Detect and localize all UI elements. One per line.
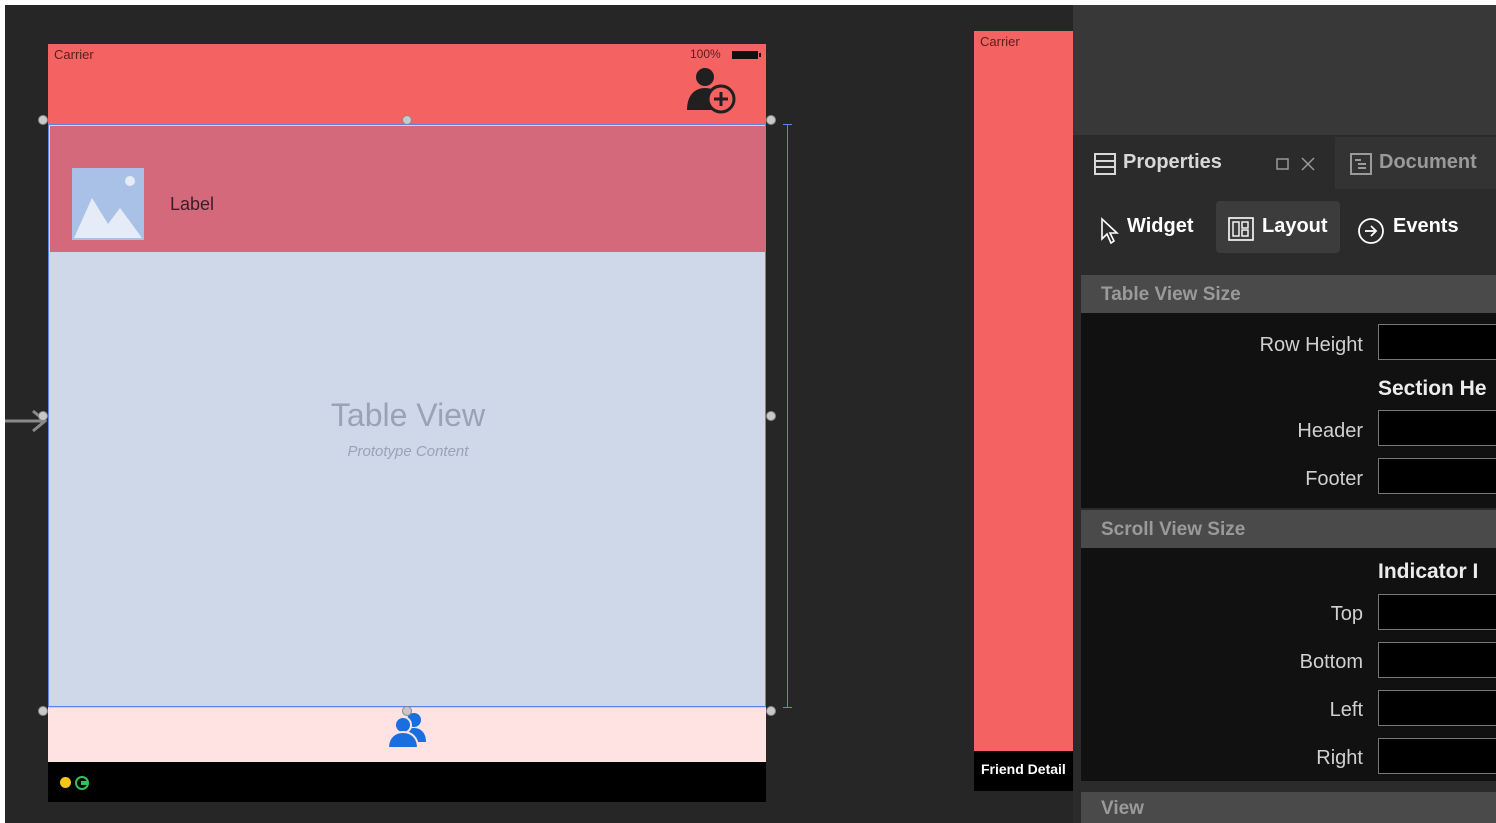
- cell-label: Label: [170, 194, 215, 214]
- right-label: Right: [1316, 747, 1363, 769]
- panel-toolbar: [1073, 5, 1496, 135]
- pointer-icon: [1101, 217, 1119, 245]
- friends-tab-icon[interactable]: [386, 710, 430, 750]
- row-height-input[interactable]: [1378, 324, 1496, 360]
- resize-handle[interactable]: [766, 411, 776, 421]
- section-scroll-view-size: Indicator I Top Bottom Left Right: [1081, 548, 1496, 781]
- maximize-icon[interactable]: [1276, 157, 1290, 171]
- table-view[interactable]: Label Table View Prototype Content: [48, 124, 766, 707]
- table-view-placeholder-subtitle: Prototype Content: [347, 443, 469, 460]
- inset-right-input[interactable]: [1378, 738, 1496, 774]
- tab-widget[interactable]: Widget: [1085, 201, 1213, 253]
- inspector-subtabs: Widget Layout Events: [1079, 195, 1496, 257]
- top-label: Top: [1330, 603, 1363, 625]
- table-view-placeholder-title: Table View: [330, 397, 486, 433]
- image-view: [72, 168, 144, 240]
- tab-document[interactable]: Document: [1335, 137, 1496, 189]
- section-title: Scroll View Size: [1101, 519, 1246, 540]
- navigation-bar: Carrier 100%: [48, 44, 766, 124]
- header-label: Header: [1297, 420, 1363, 442]
- section-title: Table View Size: [1101, 284, 1241, 305]
- scene-title: Friend Detail: [981, 761, 1066, 777]
- resize-handle[interactable]: [766, 115, 776, 125]
- section-title: View: [1101, 798, 1144, 819]
- bottom-label: Bottom: [1299, 651, 1363, 673]
- left-label: Left: [1329, 699, 1363, 721]
- carrier-label: Carrier: [54, 47, 94, 62]
- carrier-label: Carrier: [980, 34, 1020, 49]
- inset-left-input[interactable]: [1378, 690, 1496, 726]
- document-icon: [1350, 153, 1372, 175]
- row-height-label: Row Height: [1259, 334, 1363, 356]
- tab-label: Properties: [1123, 151, 1222, 173]
- prototype-cell[interactable]: Label: [50, 126, 766, 252]
- tab-layout[interactable]: Layout: [1216, 201, 1340, 253]
- resize-handle[interactable]: [38, 115, 48, 125]
- image-placeholder-icon: [74, 176, 142, 238]
- height-guide: [787, 124, 788, 708]
- resize-handle[interactable]: [402, 115, 412, 125]
- height-guide-cap: [783, 124, 792, 125]
- header-height-input[interactable]: [1378, 410, 1496, 446]
- view-controller-icon[interactable]: [60, 777, 71, 788]
- resize-handle[interactable]: [38, 706, 48, 716]
- subtab-label: Layout: [1262, 215, 1328, 237]
- resize-handle[interactable]: [766, 706, 776, 716]
- indicator-insets-group-title: Indicator I: [1378, 560, 1479, 583]
- section-table-view-size: Row Height Section He Header Footer: [1081, 313, 1496, 508]
- exit-icon[interactable]: [74, 775, 90, 791]
- friends-scene[interactable]: Carrier 100% Label Table View Prototype …: [48, 44, 766, 802]
- friend-detail-scene[interactable]: Carrier: [974, 31, 1073, 751]
- properties-icon: [1094, 153, 1116, 175]
- subtab-label: Widget: [1127, 215, 1194, 237]
- section-header-view[interactable]: View: [1081, 792, 1496, 823]
- layout-icon: [1228, 217, 1254, 241]
- inset-top-input[interactable]: [1378, 594, 1496, 630]
- battery-label: 100%: [690, 47, 721, 61]
- section-header-scroll-view-size[interactable]: Scroll View Size: [1081, 510, 1496, 548]
- tab-label: Document: [1379, 151, 1477, 173]
- resize-handle[interactable]: [38, 411, 48, 421]
- tab-properties[interactable]: Properties: [1079, 137, 1333, 189]
- battery-icon: [732, 51, 761, 59]
- subtab-label: Events: [1393, 215, 1459, 237]
- scene-dock: Friend Detail: [974, 751, 1073, 791]
- tab-events[interactable]: Events: [1347, 201, 1477, 253]
- scene-dock: [48, 762, 766, 802]
- footer-height-input[interactable]: [1378, 458, 1496, 494]
- inset-bottom-input[interactable]: [1378, 642, 1496, 678]
- resize-handle[interactable]: [402, 706, 412, 716]
- properties-panel: Properties Document Widget Layout Events…: [1073, 5, 1496, 823]
- height-guide-cap: [783, 707, 792, 708]
- footer-label: Footer: [1305, 468, 1363, 490]
- arrow-circle-icon: [1358, 218, 1384, 244]
- close-icon[interactable]: [1301, 157, 1315, 171]
- section-height-group-title: Section He: [1378, 377, 1487, 400]
- add-friend-icon[interactable]: [684, 66, 738, 118]
- section-header-table-view-size[interactable]: Table View Size: [1081, 275, 1496, 313]
